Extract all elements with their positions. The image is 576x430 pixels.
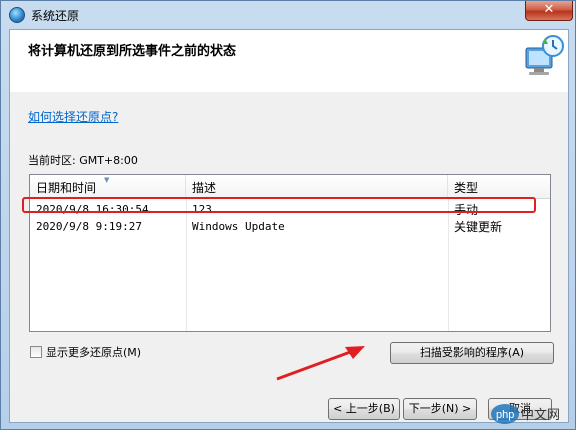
close-button[interactable]: ✕ — [525, 1, 573, 21]
sort-arrow-icon: ▼ — [104, 176, 110, 184]
system-restore-icon — [9, 7, 25, 23]
row-description: Windows Update — [192, 220, 285, 233]
show-more-label: 显示更多还原点(M) — [46, 346, 142, 359]
red-arrow-annotation-icon — [276, 346, 365, 381]
page-title: 将计算机还原到所选事件之前的状态 — [28, 44, 237, 59]
highlight-box-annotation — [22, 197, 536, 213]
scan-affected-programs-button[interactable]: 扫描受影响的程序(A) — [390, 342, 554, 364]
help-link[interactable]: 如何选择还原点? — [28, 108, 118, 125]
row-date: 2020/9/8 9:19:27 — [36, 220, 142, 233]
php-cn-watermark-logo: php 中文网 — [491, 404, 560, 424]
system-restore-window: 系统还原 ✕ 将计算机还原到所选事件之前的状态 如何选择还原点? 当前时区: G… — [0, 0, 576, 430]
show-more-checkbox[interactable] — [30, 346, 42, 358]
svg-text:中文网: 中文网 — [521, 408, 560, 423]
svg-text:php: php — [496, 409, 514, 421]
back-button[interactable]: < 上一步(B) — [328, 398, 400, 420]
title-bar[interactable]: 系统还原 ✕ — [1, 1, 575, 29]
column-header-type[interactable]: 类型 — [448, 175, 550, 199]
window-title: 系统还原 — [31, 9, 80, 23]
column-header-description[interactable]: 描述 — [186, 175, 448, 199]
list-header: 日期和时间 ▼ 描述 类型 — [30, 175, 550, 199]
next-button[interactable]: 下一步(N) > — [403, 398, 477, 420]
list-row-restore-point[interactable]: 2020/9/8 9:19:27 Windows Update 关键更新 — [30, 218, 550, 236]
show-more-restore-points[interactable]: 显示更多还原点(M) — [30, 344, 141, 360]
row-type: 关键更新 — [454, 220, 503, 234]
computer-restore-icon — [525, 35, 564, 75]
timezone-label: 当前时区: GMT+8:00 — [28, 154, 138, 167]
dialog-header: 将计算机还原到所选事件之前的状态 — [10, 30, 568, 92]
